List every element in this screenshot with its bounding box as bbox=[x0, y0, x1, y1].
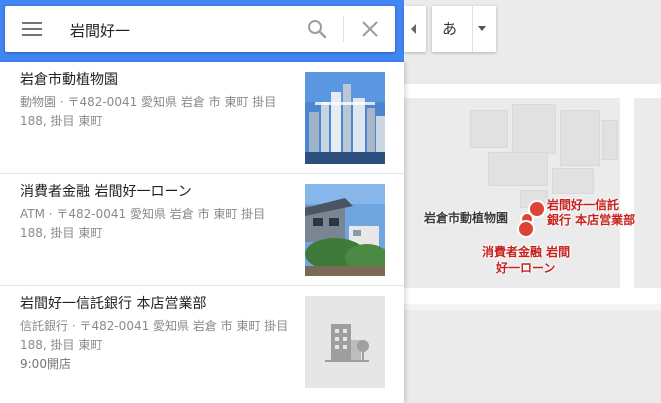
city-photo-icon bbox=[305, 72, 385, 164]
result-title[interactable]: 岩倉市動植物園 bbox=[20, 70, 290, 90]
result-item[interactable]: 岩間好一信託銀行 本店営業部 信託銀行 · 〒482-0041 愛知県 岩倉 市… bbox=[0, 286, 404, 403]
result-thumbnail[interactable] bbox=[305, 184, 385, 276]
ime-mode-label[interactable]: あ bbox=[442, 18, 457, 39]
ime-selector[interactable]: あ bbox=[432, 6, 496, 52]
close-icon[interactable] bbox=[360, 19, 380, 39]
atm-pin-icon[interactable] bbox=[517, 220, 535, 238]
map-road bbox=[404, 84, 661, 98]
search-divider bbox=[343, 16, 344, 42]
map-building bbox=[512, 104, 556, 154]
ime-divider bbox=[472, 6, 473, 52]
result-description: ATM · 〒482-0041 愛知県 岩倉 市 東町 掛目 188, 掛目 東… bbox=[20, 207, 266, 240]
map-building bbox=[552, 168, 594, 194]
map-road bbox=[620, 98, 634, 288]
chevron-down-icon[interactable] bbox=[478, 26, 486, 31]
map-label-bank-line2[interactable]: 銀行 本店営業部 bbox=[547, 212, 635, 228]
map-building bbox=[470, 110, 508, 148]
map-building bbox=[560, 110, 600, 166]
search-icon[interactable] bbox=[307, 19, 327, 39]
map-label-zoo[interactable]: 岩倉市動植物園 bbox=[424, 210, 508, 226]
result-description: 信託銀行 · 〒482-0041 愛知県 岩倉 市 東町 掛目 188, 掛目 … bbox=[20, 319, 289, 352]
opening-hours-text: 9:00開店 bbox=[20, 357, 71, 371]
map-road bbox=[404, 288, 661, 304]
map-label-atm-line1[interactable]: 消費者金融 岩間 bbox=[482, 244, 570, 260]
map-building bbox=[602, 120, 618, 160]
result-thumbnail[interactable] bbox=[305, 296, 385, 388]
chevron-left-icon bbox=[411, 24, 416, 34]
map-label-bank-line1[interactable]: 岩間好一信託 bbox=[547, 197, 619, 213]
result-item[interactable]: 消費者金融 岩間好一ローン ATM · 〒482-0041 愛知県 岩倉 市 東… bbox=[0, 174, 404, 286]
result-title[interactable]: 消費者金融 岩間好一ローン bbox=[20, 182, 290, 202]
map-road bbox=[404, 304, 661, 310]
map-building bbox=[488, 152, 548, 186]
search-box bbox=[5, 6, 395, 52]
menu-icon[interactable] bbox=[22, 22, 42, 36]
results-panel: 岩倉市動植物園 動物園 · 〒482-0041 愛知県 岩倉 市 東町 掛目 1… bbox=[0, 62, 404, 403]
collapse-panel-button[interactable] bbox=[404, 6, 426, 52]
bank-pin-icon[interactable] bbox=[528, 200, 546, 218]
search-input[interactable] bbox=[68, 18, 292, 42]
result-title[interactable]: 岩間好一信託銀行 本店営業部 bbox=[20, 294, 290, 314]
house-photo-icon bbox=[305, 184, 385, 276]
search-header bbox=[0, 0, 404, 62]
map-label-atm-line2[interactable]: 好一ローン bbox=[496, 260, 555, 276]
result-description: 動物園 · 〒482-0041 愛知県 岩倉 市 東町 掛目 188, 掛目 東… bbox=[20, 95, 277, 128]
result-item[interactable]: 岩倉市動植物園 動物園 · 〒482-0041 愛知県 岩倉 市 東町 掛目 1… bbox=[0, 62, 404, 174]
result-thumbnail[interactable] bbox=[305, 72, 385, 164]
building-placeholder-icon bbox=[305, 296, 385, 388]
